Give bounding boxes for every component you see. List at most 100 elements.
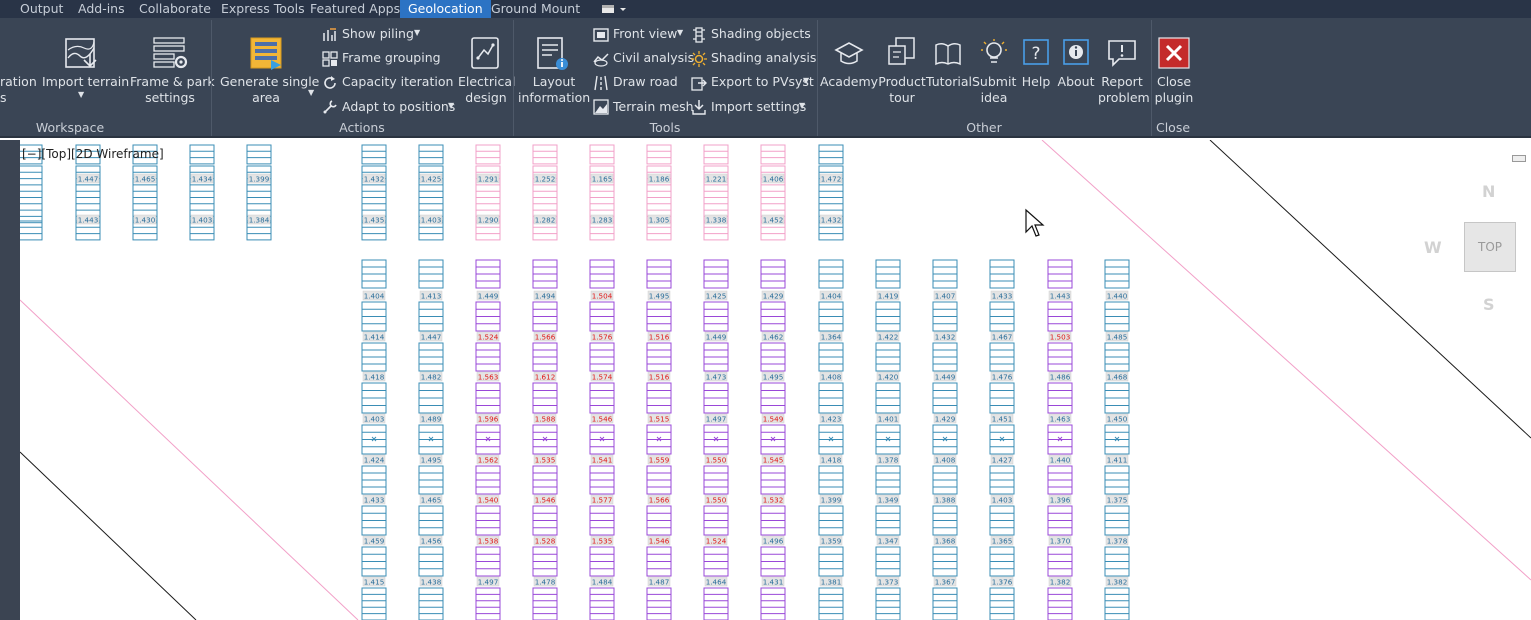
cut-off-button-label[interactable]: ration s [0,74,37,106]
height-value: 1.497 [706,414,727,423]
height-value: 1.484 [592,577,613,586]
height-value: 1.451 [992,414,1013,423]
ribbon-tab-bar: Output Add-ins Collaborate Express Tools… [0,0,1531,18]
compass-north[interactable]: N [1482,182,1495,201]
height-value: 1.381 [821,577,842,586]
height-value: 1.494 [535,291,556,300]
pv-table [875,587,901,620]
height-value: 1.532 [763,495,784,504]
height-value: 1.524 [478,332,499,341]
height-value: 1.447 [78,174,99,183]
height-value: 1.504 [592,291,613,300]
pv-layout-drawing[interactable]: 1.447 1.443 1.465 1.430 1.434 1.403 1.399 1.384… [0,140,1531,620]
height-value: 1.365 [992,536,1013,545]
height-value: 1.425 [706,291,727,300]
panel-title-close: Close [1155,120,1191,135]
tab-express-tools[interactable]: Express Tools [221,0,305,18]
height-value: 1.459 [364,536,385,545]
height-value: 1.485 [1107,332,1128,341]
height-value: 1.516 [649,372,670,381]
height-value: 1.577 [592,495,613,504]
height-value: 1.378 [878,455,899,464]
height-value: 1.338 [706,215,727,224]
height-value: 1.432 [821,215,842,224]
pv-table [1047,587,1073,620]
view-cube-top[interactable]: TOP [1464,222,1516,272]
height-value: 1.465 [135,174,156,183]
height-value: 1.376 [992,577,1013,586]
height-value: 1.221 [706,174,727,183]
tab-ground-mount[interactable]: Ground Mount [491,0,580,18]
compass-west[interactable]: W [1424,238,1442,257]
height-value: 1.419 [878,291,899,300]
shading-objects-icon [693,27,705,43]
height-value: 1.452 [763,215,784,224]
height-value: 1.378 [1107,536,1128,545]
frame-park-settings-label: Frame & park settings [130,74,215,105]
pv-table [589,144,615,165]
dropdown-arrow-icon: ▼ [803,76,810,85]
height-value: 1.305 [649,215,670,224]
lightbulb-icon [981,39,1007,63]
tutorial-label: Tutorial [926,74,972,89]
pv-table [418,587,444,620]
tab-add-ins[interactable]: Add-ins [78,0,125,18]
compass-south[interactable]: S [1483,295,1495,314]
height-value: 1.427 [992,455,1013,464]
height-value: 1.396 [1050,495,1071,504]
import-terrain-label: Import terrain [42,74,130,89]
height-value: 1.449 [478,291,499,300]
tab-geolocation[interactable]: Geolocation [400,0,491,18]
book-icon [935,42,961,66]
height-value: 1.576 [592,332,613,341]
height-value: 1.489 [421,414,442,423]
tab-collaborate[interactable]: Collaborate [139,0,211,18]
height-value: 1.424 [364,455,385,464]
report-problem-label: Report problem [1098,74,1150,105]
dropdown-arrow-icon: ▼ [799,101,806,110]
height-value: 1.432 [364,174,385,183]
pv-panels: 1.447 1.443 1.465 1.430 1.434 1.403 1.399 1.384… [17,144,1130,620]
height-value: 1.375 [1107,495,1128,504]
tab-overflow-menu[interactable] [596,0,630,18]
pv-table [760,144,786,165]
height-value: 1.495 [763,372,784,381]
height-value: 1.408 [821,372,842,381]
piling-icon [323,28,336,41]
height-value: 1.497 [478,577,499,586]
height-value: 1.413 [421,291,442,300]
height-value: 1.415 [364,577,385,586]
pv-table [361,587,387,620]
tab-output[interactable]: Output [20,0,63,18]
viewport-label[interactable]: [−][Top][2D Wireframe] [22,147,164,161]
height-value: 1.429 [935,414,956,423]
height-value: 1.186 [649,174,670,183]
submit-idea-label: Submit idea [972,74,1017,105]
height-value: 1.550 [706,495,727,504]
height-value: 1.550 [706,455,727,464]
boundary-line [19,299,359,620]
height-value: 1.574 [592,372,613,381]
draw-road-label: Draw road [613,74,678,89]
pv-table [818,144,844,165]
height-value: 1.462 [763,332,784,341]
panel-divider [817,20,818,136]
tab-featured-apps[interactable]: Featured Apps [310,0,400,18]
viewport-minimize-button[interactable] [1512,155,1526,162]
height-value: 1.429 [763,291,784,300]
panel-divider [211,20,212,136]
panel-title-tools: Tools [649,120,681,135]
panel-title-other: Other [966,120,1002,135]
height-value: 1.472 [821,174,842,183]
height-value: 1.465 [421,495,442,504]
pv-table [646,144,672,165]
height-value: 1.384 [249,215,270,224]
height-value: 1.388 [935,495,956,504]
capacity-iteration-label: Capacity iteration [342,74,454,89]
height-value: 1.482 [421,372,442,381]
height-value: 1.559 [649,455,670,464]
height-value: 1.456 [421,536,442,545]
export-icon [691,77,707,91]
height-value: 1.524 [706,536,727,545]
height-value: 1.418 [364,372,385,381]
